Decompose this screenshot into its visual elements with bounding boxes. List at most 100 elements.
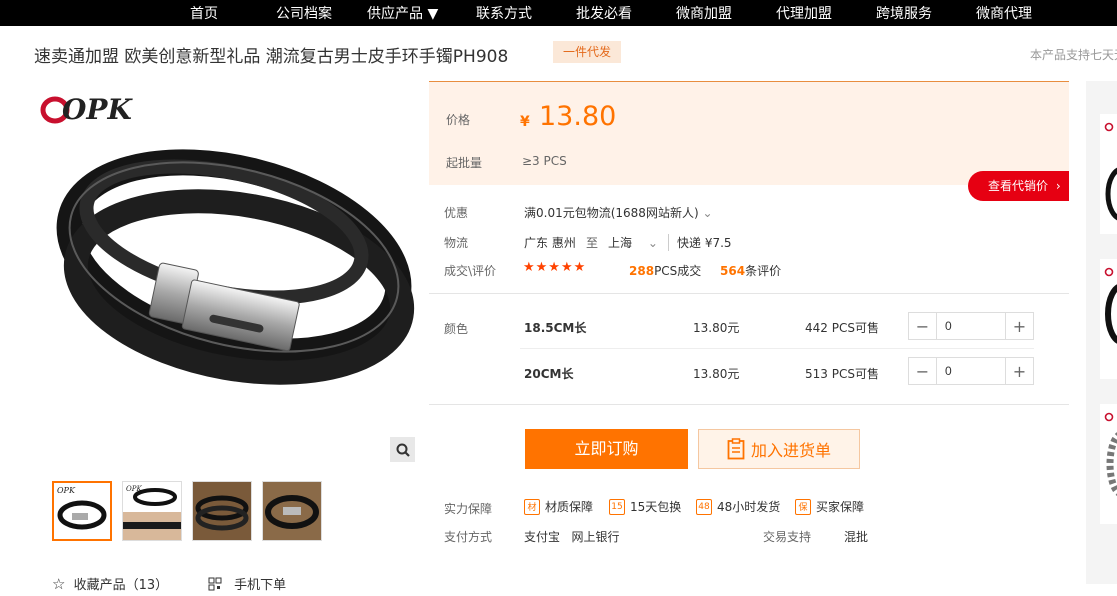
sku-color-label: 颜色: [444, 322, 469, 336]
mobile-order-label: 手机下单: [234, 578, 287, 593]
add-to-cart-label: 加入进货单: [750, 441, 831, 460]
guarantee-buyer-text: 买家保障: [816, 500, 865, 514]
ship-to-word: 至: [586, 236, 599, 250]
chevron-down-icon: ⌄: [647, 236, 658, 250]
review-count[interactable]: 564条评价: [720, 262, 781, 279]
guarantee-buyer[interactable]: 保 买家保障: [795, 498, 864, 515]
trade-support-label: 交易支持: [763, 530, 812, 544]
nav-item-crossborder[interactable]: 跨境服务: [876, 3, 932, 23]
ship-48h-icon: 48: [696, 498, 712, 515]
divider: [429, 293, 1069, 294]
sold-suffix: PCS成交: [654, 264, 702, 278]
favorite-label: 收藏产品（13）: [73, 578, 169, 593]
sku-divider: [520, 348, 1034, 349]
nav-item-home[interactable]: 首页: [190, 3, 218, 23]
sku-row-1-stock: 442 PCS可售: [805, 321, 879, 335]
decrement-button[interactable]: −: [909, 358, 936, 384]
thumbnail-1[interactable]: OPK: [52, 481, 112, 541]
thumbnail-2[interactable]: OPK: [122, 481, 182, 541]
quantity-input[interactable]: [936, 358, 1006, 384]
price-label: 价格: [446, 113, 471, 127]
magnifier-icon: [396, 443, 410, 457]
ship-to-dropdown[interactable]: 上海 ⌄: [608, 234, 658, 251]
mobile-order[interactable]: 手机下单: [208, 574, 286, 595]
trade-support-value: 混批: [844, 530, 869, 544]
recommended-item-1[interactable]: [1100, 114, 1117, 234]
nav-item-wechat-agent[interactable]: 微商代理: [976, 3, 1032, 23]
sold-count[interactable]: 288PCS成交: [629, 262, 701, 279]
chevron-down-icon: ⌄: [702, 206, 713, 220]
support-note: 本产品支持七天无: [1030, 48, 1117, 62]
sold-number: 288: [629, 264, 655, 278]
guarantee-material[interactable]: 材 材质保障: [524, 498, 593, 515]
view-agent-price-button[interactable]: 查看代销价 ›: [968, 171, 1069, 201]
increment-button[interactable]: +: [1006, 313, 1033, 339]
star-outline-icon: ☆: [52, 575, 66, 593]
price-panel: 价格 ¥ 13.80 起批量 ≥3 PCS: [429, 81, 1069, 185]
quantity-input[interactable]: [936, 313, 1006, 339]
recommended-item-2[interactable]: [1100, 259, 1117, 379]
promo-label: 优惠: [444, 206, 469, 220]
product-main-image[interactable]: OPK: [34, 82, 419, 472]
thumbnail-4[interactable]: [262, 481, 322, 541]
buy-now-button[interactable]: 立即订购: [525, 429, 688, 469]
shield-icon: 保: [795, 498, 811, 515]
zoom-button[interactable]: [390, 437, 415, 462]
add-to-cart-button[interactable]: 加入进货单: [698, 429, 860, 469]
currency-symbol: ¥: [520, 114, 530, 130]
logistics-label: 物流: [444, 236, 469, 250]
bracelet-image: [56, 149, 415, 385]
chevron-right-icon: ›: [1055, 179, 1061, 193]
guarantee-material-text: 材质保障: [545, 500, 594, 514]
price-value: 13.80: [539, 101, 617, 132]
review-number: 564: [720, 264, 746, 278]
guarantee-shipping[interactable]: 48 48小时发货: [696, 498, 780, 515]
nav-item-wholesale[interactable]: 批发必看: [576, 3, 632, 23]
nav-item-company[interactable]: 公司档案: [276, 3, 332, 23]
sku-row-2-quantity-stepper: − +: [908, 357, 1034, 385]
moq-value: ≥3 PCS: [522, 154, 567, 168]
sku-row-1-quantity-stepper: − +: [908, 312, 1034, 340]
rating-stars: ★★★★★: [523, 260, 587, 275]
material-icon: 材: [524, 498, 540, 515]
guarantee-shipping-text: 48小时发货: [717, 500, 781, 514]
recommended-item-3[interactable]: [1100, 404, 1117, 524]
agent-price-label: 查看代销价: [988, 179, 1049, 193]
favorite-product[interactable]: ☆ 收藏产品（13）: [52, 574, 168, 593]
ship-from: 广东 惠州: [524, 236, 576, 250]
product-title: 速卖通加盟 欧美创意新型礼品 潮流复古男士皮手环手镯PH908: [34, 47, 509, 67]
payment-methods: 支付宝 网上银行: [524, 530, 620, 544]
deals-label: 成交\评价: [444, 264, 497, 278]
promo-text: 满0.01元包物流(1688网站新人): [524, 206, 699, 220]
guarantee-exchange-text: 15天包换: [630, 500, 682, 514]
thumbnail-1-logo: OPK: [57, 486, 76, 495]
sku-row-2-price: 13.80元: [693, 367, 740, 381]
title-row: 速卖通加盟 欧美创意新型礼品 潮流复古男士皮手环手镯PH908 一件代发 本产品…: [0, 26, 1117, 80]
sku-row-2-stock: 513 PCS可售: [805, 367, 879, 381]
divider: [429, 404, 1069, 405]
guarantee-label: 实力保障: [444, 502, 493, 516]
sku-row-2-name: 20CM长: [524, 367, 574, 381]
payment-label: 支付方式: [444, 530, 493, 544]
nav-item-agent-join[interactable]: 代理加盟: [776, 3, 832, 23]
exchange-15-icon: 15: [609, 498, 625, 515]
nav-item-wechat-join[interactable]: 微商加盟: [676, 3, 732, 23]
ship-to: 上海: [608, 236, 633, 250]
sku-row-1-price: 13.80元: [693, 321, 740, 335]
nav-item-products[interactable]: 供应产品 ▼: [367, 3, 438, 23]
decrement-button[interactable]: −: [909, 313, 936, 339]
sku-row-1-name: 18.5CM长: [524, 321, 587, 335]
promo-dropdown[interactable]: 满0.01元包物流(1688网站新人) ⌄: [524, 204, 713, 221]
shipping-method: 快递 ¥7.5: [668, 234, 732, 251]
dropship-badge: 一件代发: [553, 41, 621, 63]
increment-button[interactable]: +: [1006, 358, 1033, 384]
recommendation-sidebar: [1086, 81, 1117, 584]
review-suffix: 条评价: [745, 264, 782, 278]
moq-label: 起批量: [446, 156, 483, 170]
guarantee-exchange[interactable]: 15 15天包换: [609, 498, 681, 515]
nav-item-contact[interactable]: 联系方式: [476, 3, 532, 23]
top-navigation: 首页 公司档案 供应产品 ▼ 联系方式 批发必看 微商加盟 代理加盟 跨境服务 …: [0, 0, 1117, 26]
thumbnail-3[interactable]: [192, 481, 252, 541]
qr-code-icon: [208, 577, 222, 595]
clipboard-icon: [727, 438, 745, 460]
